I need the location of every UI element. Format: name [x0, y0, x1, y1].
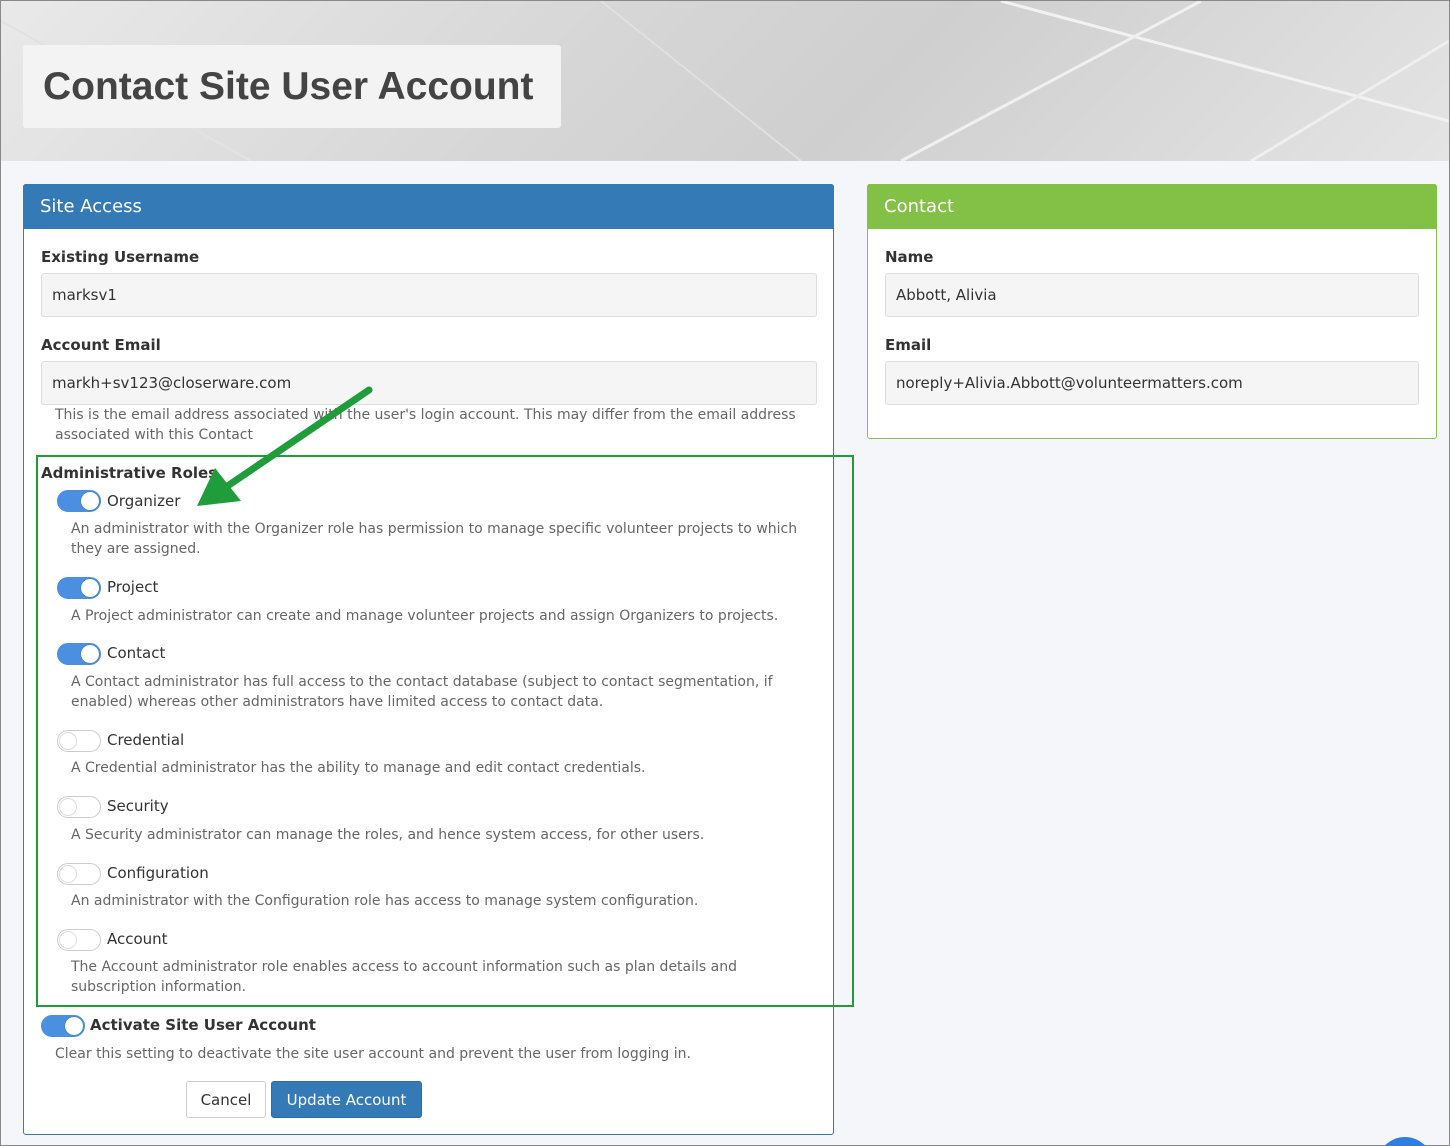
account-email-help-line2: associated with this Contact: [55, 427, 253, 443]
security-desc-line1: A Security administrator can manage the …: [71, 827, 705, 843]
administrative-roles-label: Administrative Roles: [41, 464, 218, 482]
account-toggle[interactable]: [57, 929, 101, 951]
toggle-knob: [81, 492, 99, 510]
account-email-help-line1: This is the email address associated wit…: [55, 407, 796, 423]
activate-account-label: Activate Site User Account: [90, 1016, 316, 1034]
project-desc-line1: A Project administrator can create and m…: [71, 608, 779, 624]
configuration-toggle[interactable]: [57, 863, 101, 885]
username-label: Existing Username: [41, 248, 200, 266]
username-field[interactable]: marksv1: [41, 273, 817, 317]
contact-header: Contact: [867, 184, 1437, 229]
contact-email-label: Email: [885, 336, 932, 354]
organizer-toggle[interactable]: [57, 490, 101, 512]
toggle-knob: [81, 645, 99, 663]
account-email-label: Account Email: [41, 336, 161, 354]
organizer-label: Organizer: [107, 492, 181, 510]
activate-account-help: Clear this setting to deactivate the sit…: [55, 1046, 691, 1062]
toggle-knob: [65, 1017, 83, 1035]
organizer-desc-line1: An administrator with the Organizer role…: [71, 521, 798, 537]
contact-label: Contact: [107, 644, 166, 662]
toggle-knob: [59, 798, 77, 816]
cancel-button[interactable]: Cancel: [186, 1081, 266, 1118]
account-desc-line1: The Account administrator role enables a…: [71, 959, 737, 975]
credential-desc-line1: A Credential administrator has the abili…: [71, 760, 646, 776]
organizer-desc-line2: they are assigned.: [71, 541, 201, 557]
activate-account-toggle[interactable]: [41, 1015, 85, 1037]
page-title: Contact Site User Account: [43, 64, 534, 108]
configuration-label: Configuration: [107, 864, 209, 882]
toggle-knob: [59, 865, 77, 883]
configuration-desc-line1: An administrator with the Configuration …: [71, 893, 699, 909]
chat-widget-button[interactable]: [1377, 1137, 1433, 1146]
account-desc-line2: subscription information.: [71, 979, 247, 995]
credential-label: Credential: [107, 731, 185, 749]
security-toggle[interactable]: [57, 796, 101, 818]
toggle-knob: [59, 732, 77, 750]
credential-toggle[interactable]: [57, 730, 101, 752]
update-account-button[interactable]: Update Account: [271, 1081, 422, 1118]
contact-toggle[interactable]: [57, 643, 101, 665]
page-title-box: Contact Site User Account: [23, 45, 561, 128]
contact-desc-line2: enabled) whereas other administrators ha…: [71, 694, 604, 710]
project-toggle[interactable]: [57, 577, 101, 599]
security-label: Security: [107, 797, 169, 815]
account-label: Account: [107, 930, 168, 948]
account-email-field[interactable]: markh+sv123@closerware.com: [41, 361, 817, 405]
contact-name-label: Name: [885, 248, 934, 266]
toggle-knob: [59, 931, 77, 949]
toggle-knob: [81, 579, 99, 597]
project-label: Project: [107, 578, 159, 596]
contact-email-field: noreply+Alivia.Abbott@volunteermatters.c…: [885, 361, 1419, 405]
contact-desc-line1: A Contact administrator has full access …: [71, 674, 773, 690]
contact-name-field: Abbott, Alivia: [885, 273, 1419, 317]
site-access-header: Site Access: [23, 184, 834, 229]
